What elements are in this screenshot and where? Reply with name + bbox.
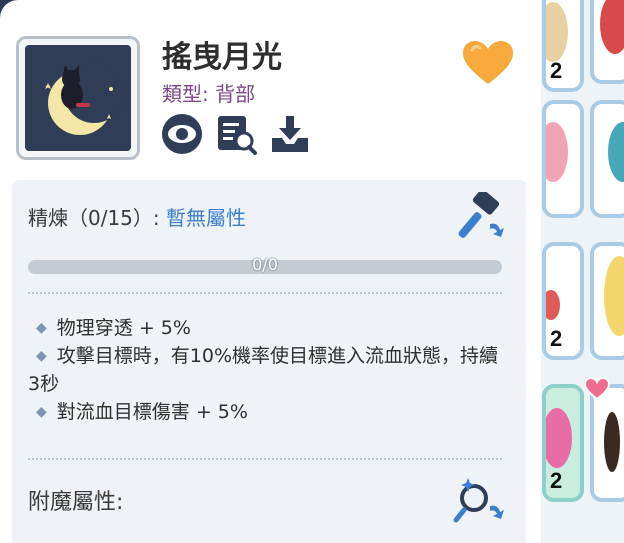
effect-item: ◆ 攻擊目標時，有10%機率使目標進入流血狀態，持續3秒 bbox=[28, 342, 508, 398]
favorite-button[interactable] bbox=[460, 38, 516, 88]
item-thumbnail bbox=[600, 0, 624, 54]
item-thumbnail bbox=[546, 290, 560, 320]
moon-cat-back-icon bbox=[25, 45, 131, 151]
enchant-button[interactable] bbox=[452, 474, 508, 524]
item-thumbnail bbox=[608, 122, 624, 182]
item-thumbnail bbox=[546, 408, 572, 468]
magic-wand-icon bbox=[453, 478, 504, 523]
item-count: 2 bbox=[550, 468, 563, 493]
effect-text: 對流血目標傷害 + 5% bbox=[56, 401, 248, 423]
inventory-strip: 2 2 2 bbox=[540, 0, 624, 543]
item-detail-panel: 搖曳月光 類型: 背部 精煉（0/15）: 暫無屬性 0/0 ◆ 物理穿透 + … bbox=[0, 0, 541, 543]
diamond-bullet-icon: ◆ bbox=[36, 404, 47, 420]
item-thumbnail bbox=[546, 2, 568, 62]
divider bbox=[28, 458, 502, 460]
item-thumbnail bbox=[604, 256, 624, 336]
inventory-slot[interactable] bbox=[590, 100, 624, 218]
inventory-slot[interactable]: 2 bbox=[542, 0, 584, 92]
refine-title: 精煉（0/15）: bbox=[28, 206, 160, 230]
refine-progress-bar: 0/0 bbox=[28, 255, 502, 274]
view-button[interactable] bbox=[160, 112, 204, 156]
refine-progress-text: 0/0 bbox=[252, 255, 278, 274]
item-icon-frame bbox=[16, 36, 140, 160]
inventory-slot[interactable] bbox=[590, 242, 624, 360]
item-count: 2 bbox=[550, 326, 563, 351]
save-button[interactable] bbox=[268, 112, 312, 156]
diamond-bullet-icon: ◆ bbox=[36, 320, 47, 336]
inspect-button[interactable] bbox=[214, 112, 258, 156]
refine-value: 暫無屬性 bbox=[166, 206, 247, 230]
effect-text: 物理穿透 + 5% bbox=[56, 317, 191, 339]
item-count: 2 bbox=[550, 58, 563, 83]
diamond-bullet-icon: ◆ bbox=[36, 348, 47, 364]
refine-button[interactable] bbox=[452, 189, 508, 242]
download-tray-icon bbox=[272, 116, 308, 152]
item-name: 搖曳月光 bbox=[162, 40, 282, 75]
item-type: 類型: 背部 bbox=[162, 82, 256, 106]
divider bbox=[28, 292, 502, 294]
eye-icon bbox=[162, 114, 202, 154]
inventory-slot[interactable] bbox=[542, 100, 584, 218]
item-thumbnail bbox=[604, 412, 620, 472]
favorite-heart-badge-icon bbox=[584, 376, 610, 401]
refine-label: 精煉（0/15）: 暫無屬性 bbox=[28, 202, 246, 231]
inventory-slot[interactable]: 2 bbox=[542, 384, 584, 502]
magnify-document-icon bbox=[218, 116, 257, 155]
effect-list: ◆ 物理穿透 + 5% ◆ 攻擊目標時，有10%機率使目標進入流血狀態，持續3秒 ◆… bbox=[28, 314, 508, 426]
effect-item: ◆ 物理穿透 + 5% bbox=[28, 314, 508, 342]
enchant-label: 附魔屬性: bbox=[28, 490, 124, 515]
item-action-bar bbox=[160, 112, 312, 156]
inventory-slot[interactable] bbox=[590, 0, 624, 84]
heart-icon bbox=[463, 41, 513, 84]
item-thumbnail bbox=[546, 122, 568, 182]
effect-item: ◆ 對流血目標傷害 + 5% bbox=[28, 398, 508, 426]
hammer-icon bbox=[458, 189, 504, 238]
item-attributes-section: 精煉（0/15）: 暫無屬性 0/0 ◆ 物理穿透 + 5% ◆ 攻擊目標時，有10… bbox=[12, 180, 526, 543]
effect-text: 攻擊目標時，有10%機率使目標進入流血狀態，持續3秒 bbox=[28, 345, 499, 395]
inventory-slot[interactable]: 2 bbox=[542, 242, 584, 360]
